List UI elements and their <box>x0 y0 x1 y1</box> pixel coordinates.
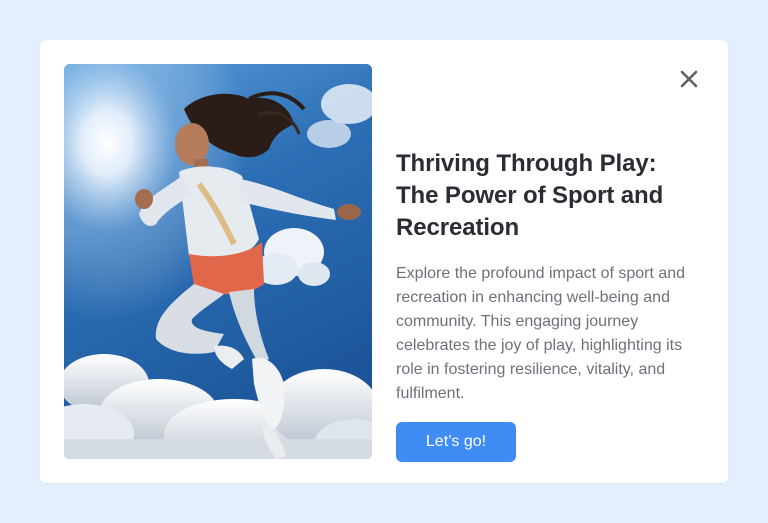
close-button[interactable] <box>676 66 702 92</box>
modal-title: Thriving Through Play: The Power of Spor… <box>396 150 664 241</box>
modal-content: Thriving Through Play: The Power of Spor… <box>396 148 702 462</box>
athlete-photo-illustration <box>64 64 372 459</box>
promo-modal: Thriving Through Play: The Power of Spor… <box>40 40 728 483</box>
close-icon <box>680 70 698 88</box>
hero-image <box>64 64 372 459</box>
modal-description: Explore the profound impact of sport and… <box>396 265 686 402</box>
lets-go-button[interactable]: Let’s go! <box>396 422 516 462</box>
